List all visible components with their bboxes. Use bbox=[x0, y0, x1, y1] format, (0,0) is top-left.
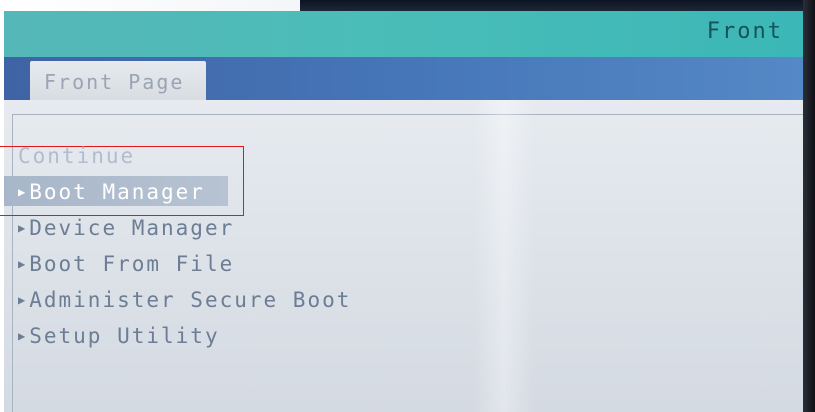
submenu-arrow-icon: ▶ bbox=[18, 329, 28, 343]
menu-item-administer-secure-boot[interactable]: ▶Administer Secure Boot bbox=[18, 288, 351, 324]
menu-item-label: Setup Utility bbox=[29, 324, 220, 348]
tab-front-page[interactable]: Front Page bbox=[30, 61, 206, 100]
menu-panel: Continue ▶Boot Manager ▶Device Manager ▶… bbox=[4, 100, 805, 412]
tab-front-page-label: Front Page bbox=[44, 70, 185, 94]
menu-item-boot-from-file[interactable]: ▶Boot From File bbox=[18, 252, 351, 288]
menu-item-label: Administer Secure Boot bbox=[29, 288, 352, 312]
title-bar: Front bbox=[4, 11, 805, 57]
menu-item-device-manager[interactable]: ▶Device Manager bbox=[18, 216, 351, 252]
menu-item-label: Boot Manager bbox=[29, 180, 205, 204]
submenu-arrow-icon: ▶ bbox=[18, 221, 28, 235]
submenu-arrow-icon: ▶ bbox=[18, 293, 28, 307]
menu-item-setup-utility[interactable]: ▶Setup Utility bbox=[18, 324, 351, 360]
bios-screen: Front Front Page Continue ▶Boot Manager … bbox=[0, 0, 815, 412]
screen-glare-stripe bbox=[474, 100, 534, 412]
front-page-menu: Continue ▶Boot Manager ▶Device Manager ▶… bbox=[4, 144, 351, 360]
tab-row: Front Page bbox=[4, 57, 805, 100]
menu-item-label: Device Manager bbox=[29, 216, 235, 240]
menu-item-continue[interactable]: Continue bbox=[18, 144, 351, 180]
monitor-bezel-right bbox=[803, 0, 815, 412]
menu-item-label: Continue bbox=[18, 144, 136, 168]
menu-item-label: Boot From File bbox=[29, 252, 235, 276]
menu-item-boot-manager[interactable]: ▶Boot Manager bbox=[4, 176, 351, 216]
submenu-arrow-icon: ▶ bbox=[18, 185, 28, 199]
submenu-arrow-icon: ▶ bbox=[18, 257, 28, 271]
page-title: Front bbox=[706, 19, 783, 44]
